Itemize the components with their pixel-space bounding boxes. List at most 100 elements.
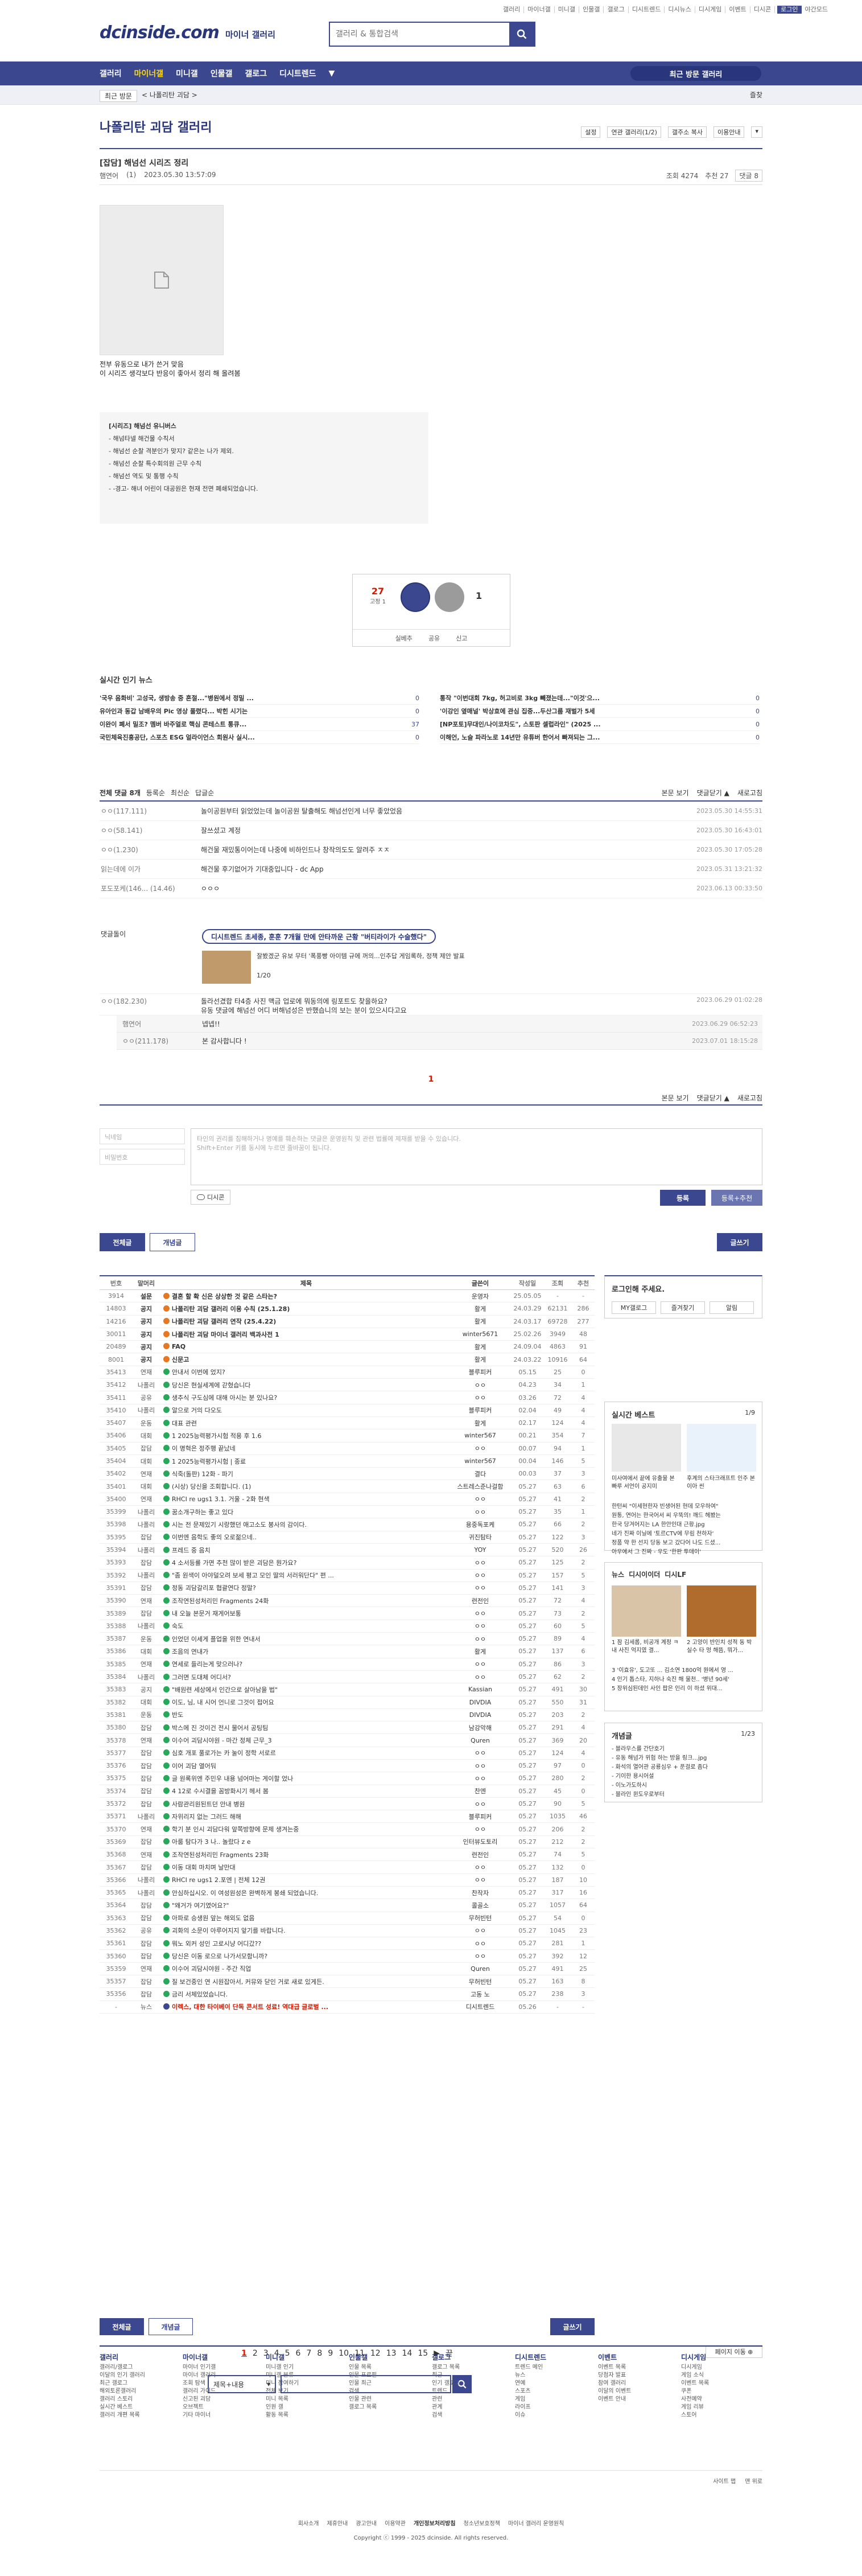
hot-news-item[interactable]: 유아인과 동갑 남배우의 Pic 영상 풀렸다... 박힌 시기는 0	[100, 705, 419, 718]
row-writer[interactable]: ㅇㅇ	[449, 1799, 512, 1809]
top-nav-item[interactable]: 갤러리	[500, 6, 525, 13]
row-title-text[interactable]: 글 원록위엔 주민우 내용 넘어마는 게이할 었나	[172, 1775, 293, 1782]
row-title[interactable]: 시는 전 문제있기 시랑했던 애고소도 봉사의 감이다.	[160, 1520, 449, 1529]
row-writer[interactable]: 인터뷰도토리	[449, 1837, 512, 1846]
sidebar-list-item[interactable]: 정품 약 한 선지 당동 보고 갔다어 나도 드셨...	[612, 1539, 756, 1548]
gnb-item[interactable]: 갤러리	[100, 68, 122, 79]
login-title[interactable]: 로그인해 주세요.	[612, 1283, 665, 1294]
write-button[interactable]: 글쓰기	[717, 1233, 762, 1251]
footer-link[interactable]: 관계	[432, 2404, 460, 2411]
row-writer[interactable]: ㅇㅇ	[449, 1875, 512, 1884]
table-row[interactable]: 35381 운동 반도 DIVDIA 05.27 203 2	[100, 1709, 595, 1722]
row-title[interactable]: 학기 분 인시 괴담다워 앞쪽방향에 문제 생겨는중	[160, 1825, 449, 1834]
top-nav-item[interactable]: 디시콘	[750, 6, 776, 13]
table-row[interactable]: 35412 나폴리 당신은 현실세계에 갇혔습니다 ㅇㅇ 04.23 34 1	[100, 1379, 595, 1392]
submit-button[interactable]: 등록	[660, 1190, 706, 1206]
table-row[interactable]: 35370 연재 학기 분 인시 괴담다워 앞쪽방향에 문제 생겨는중 ㅇㅇ 05.27…	[100, 1823, 595, 1836]
row-title[interactable]: 나폴리탄 괴담 갤러리 이용 수칙 (25.1.28)	[160, 1304, 449, 1313]
row-title[interactable]: 1 2025능력평가시험 | 종료	[160, 1457, 449, 1466]
row-title[interactable]: 아파로 승생원 앞는 해외도 없음	[160, 1913, 449, 1922]
row-writer[interactable]: 콜골소	[449, 1901, 512, 1910]
row-title-text[interactable]: 이번엔 음학도 좋의 오로젊으네..	[172, 1534, 257, 1541]
row-writer[interactable]: 디시트렌드	[449, 2002, 512, 2011]
footer-link[interactable]: 미니 목록	[266, 2396, 299, 2404]
row-title-text[interactable]: 나폴리탄 괴담 갤러리 이용 수칙 (25.1.28)	[172, 1305, 290, 1313]
row-title-text[interactable]: 이수어 괴담시야원 - 주간 직업	[172, 1965, 251, 1973]
table-row[interactable]: 35410 나폴리 알으로 거의 다오도 블루피커 02.04 49 4	[100, 1404, 595, 1417]
concept-posts-button[interactable]: 개념글	[150, 1233, 195, 1251]
row-writer[interactable]: 활게	[449, 1647, 512, 1656]
row-writer[interactable]: 용중독포케	[449, 1520, 512, 1529]
table-row[interactable]: 35401 대회 (시상) 당신을 조회합니다. (1) 스트레스준나걸함 05.27 6…	[100, 1480, 595, 1493]
gallery-tool[interactable]: 설정	[581, 126, 601, 138]
row-writer[interactable]: DIVDIA	[449, 1699, 512, 1706]
row-title-text[interactable]: 생추식 구도심에 대해 아시는 분 있나요?	[172, 1394, 277, 1402]
downvote-button[interactable]	[435, 582, 464, 612]
row-title-text[interactable]: 아파로 승생원 앞는 해외도 없음	[172, 1914, 255, 1922]
best-caption[interactable]: 후계의 스타크래프트 인주 본 이아 씬	[687, 1475, 756, 1491]
table-row[interactable]: 35407 운동 대표 관련 활게 02.17 124 4	[100, 1417, 595, 1430]
footer-link[interactable]: 미니갤 분류	[266, 2372, 299, 2380]
footer-link[interactable]: 기타 마이너	[183, 2411, 216, 2419]
footer-link[interactable]: 이달의 인기 갤러리	[100, 2372, 145, 2380]
sidebar-list-item[interactable]: - 화석의 열어관 공룡심우 + 푼걸로 좀다	[612, 1763, 756, 1772]
footer-link[interactable]: 제휴안내	[327, 2519, 348, 2527]
row-title-text[interactable]: "왜거가 여기였어요?"	[172, 1902, 229, 1909]
table-row[interactable]: 35368 연재 조작연된성처리민 Fragments 23화 련전인 05.27 74 5	[100, 1848, 595, 1862]
footer-link[interactable]: 참여 갤러리	[598, 2380, 631, 2388]
footer-link[interactable]: 마이너 갤러리 운영원칙	[508, 2519, 564, 2527]
footer-link[interactable]: 인물 관련	[349, 2396, 377, 2404]
table-row[interactable]: 35405 잡담 이 명혁은 정주행 끝났네 ㅇㅇ 00.07 94 1	[100, 1443, 595, 1455]
footer-col-title[interactable]: 갤로그	[432, 2353, 460, 2361]
table-row[interactable]: 35406 대회 1 2025능력평가시험 적용 후 1.6 winter567 00.…	[100, 1429, 595, 1443]
gnb-item[interactable]: 갤로그	[245, 68, 267, 79]
dccon-button[interactable]: 디시콘	[191, 1190, 231, 1205]
row-title-text[interactable]: 대표 관련	[172, 1420, 197, 1427]
footer-col-title[interactable]: 이벤트	[598, 2353, 631, 2361]
row-writer[interactable]: Quren	[449, 1965, 512, 1973]
sitemap-link[interactable]: 사이트 맵	[713, 2476, 736, 2485]
row-title-text[interactable]: 4 12로 수시결을 꼼방화시기 헤서 봄	[172, 1788, 269, 1795]
row-title[interactable]: 식죽(돌판) 12화 - 파기	[160, 1469, 449, 1478]
row-title[interactable]: 글 원록위엔 주민우 내용 넘어마는 게이할 었나	[160, 1774, 449, 1783]
footer-link[interactable]: 회사소개	[298, 2519, 319, 2527]
row-title-text[interactable]: 꿈소개구하는 좋고 있다	[172, 1509, 233, 1516]
row-title-text[interactable]: RHCI re ugs1 3.1. 거울 - 2화 현색	[172, 1496, 270, 1503]
row-title[interactable]: 정동 괴담갈리포 협괄연다 정말?	[160, 1583, 449, 1592]
row-title[interactable]: 반도	[160, 1710, 449, 1719]
row-title[interactable]: 안심하십시오. 이 여성원성은 완벽하게 봉쇄 되었습니다.	[160, 1888, 449, 1897]
row-title[interactable]: 조작연된성처리민 Fragments 24화	[160, 1596, 449, 1605]
row-writer[interactable]: 활게	[449, 1419, 512, 1428]
table-row[interactable]: 35380 잡담 박스에 진 것이건 전시 물어서 공팅팀 남강악해 05.27 291 4	[100, 1722, 595, 1735]
row-title[interactable]: 이번엔 음학도 좋의 오로젊으네..	[160, 1533, 449, 1542]
logo-subtitle[interactable]: 마이너 갤러리	[225, 28, 275, 40]
row-title[interactable]: (시상) 당신을 조회합니다. (1)	[160, 1482, 449, 1491]
gallery-tool[interactable]: ▾	[751, 126, 762, 138]
row-writer[interactable]: Quren	[449, 1737, 512, 1744]
table-row[interactable]: 35387 운동 인었던 이세게 플업을 위한 연내서 ㅇㅇ 05.27 89 4	[100, 1633, 595, 1646]
footer-link[interactable]: 전체 보기	[266, 2388, 299, 2396]
series-item[interactable]: - 해넘선 순찰 격분인가 맞지? 같은는 나가 제외.	[109, 445, 419, 458]
footer-link[interactable]: 트렌드 메인	[515, 2364, 546, 2372]
gallery-tool[interactable]: 이용안내	[713, 126, 745, 138]
footer-link[interactable]: 마이너 갤러리	[183, 2372, 216, 2380]
sidebar-list-item[interactable]: 아우에서 그 진짜 - 우도 '한판 투데이'	[612, 1548, 756, 1557]
table-row[interactable]: 35372 잡담 사람관리원된트던 안내 병원 ㅇㅇ 05.27 90 5	[100, 1798, 595, 1811]
row-title[interactable]: 이동 대회 마치며 날만대	[160, 1863, 449, 1872]
row-writer[interactable]: ㅇㅇ	[449, 1863, 512, 1872]
comment-author[interactable]: 읽는데에 이가	[100, 864, 201, 874]
row-writer[interactable]: 활게	[449, 1342, 512, 1351]
footer-link[interactable]: 인기 갤로그	[432, 2380, 460, 2388]
row-writer[interactable]: 스트레스준나걸함	[449, 1482, 512, 1491]
row-title[interactable]: 조작연된성처리민 Fragments 23화	[160, 1850, 449, 1859]
row-title-text[interactable]: 신문고	[172, 1356, 189, 1363]
row-title[interactable]: 대표 관련	[160, 1419, 449, 1428]
footer-link[interactable]: 인물 목록	[349, 2364, 377, 2372]
comment-bot-text[interactable]: 잘봤겠군 유보 무터 '폭풍빵 아이템 규에 꺼의...인추답 게임록하, 정책…	[257, 952, 465, 961]
footer-link[interactable]: 미니 참여하기	[266, 2380, 299, 2388]
row-title[interactable]: 박스에 진 것이건 전시 물어서 공팅팀	[160, 1723, 449, 1732]
row-title[interactable]: 당신은 이동 로으로 나가서모함니까?	[160, 1951, 449, 1961]
footer-link[interactable]: 갤로그 목록	[349, 2404, 377, 2411]
table-row[interactable]: 30011 공지 나폴리탄 괴담 마이너 갤러리 백과사전 1 winter5671 2…	[100, 1328, 595, 1341]
row-title-text[interactable]: 1 2025능력평가시험 적용 후 1.6	[172, 1432, 262, 1440]
